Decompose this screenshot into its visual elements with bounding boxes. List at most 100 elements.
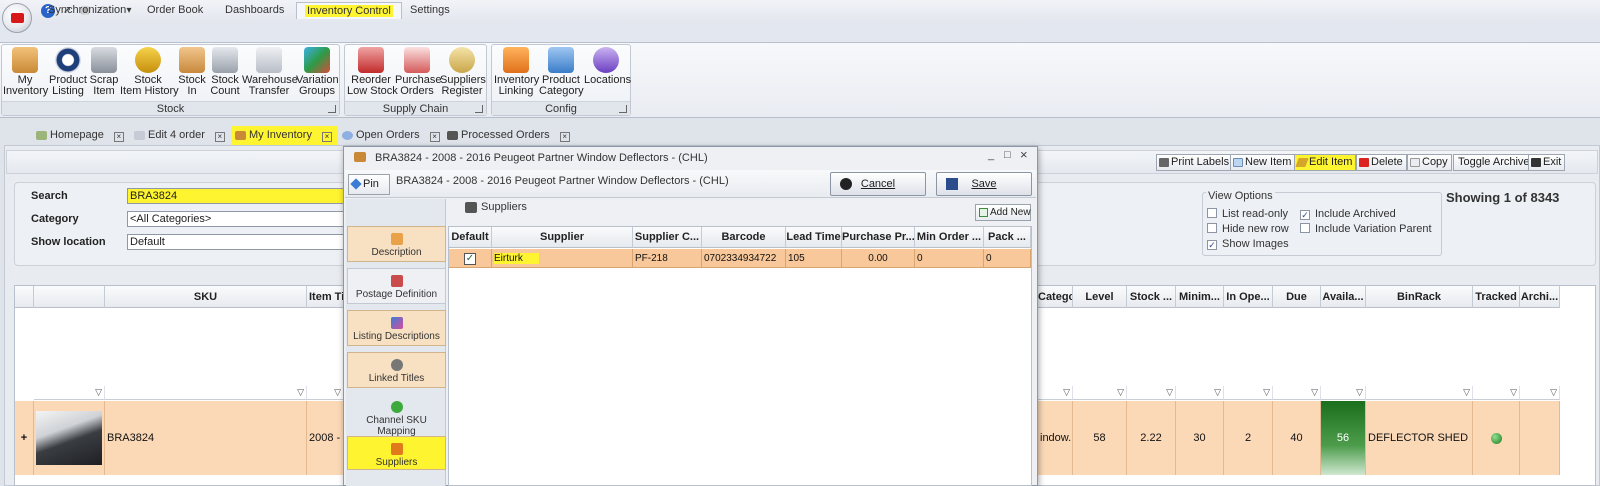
close-tab-icon[interactable]: × [113,132,124,142]
category-select[interactable]: <All Categories> [127,211,347,227]
category-cell[interactable]: indow... [1038,401,1073,475]
filter-icon[interactable] [1366,386,1473,400]
filter-icon[interactable] [1127,386,1176,400]
scrap-item-button[interactable]: Scrap Item [89,47,119,97]
variation-groups-button[interactable]: Variation Groups [296,47,339,97]
nav-suppliers[interactable]: Suppliers [347,436,446,470]
doc-tab-my-inventory[interactable]: My Inventory × [231,126,338,145]
grid-header-level[interactable]: Level [1073,286,1127,308]
filter-icon[interactable] [1073,386,1127,400]
supplier-lead-time-cell[interactable]: 105 [786,249,842,268]
checkbox-checked-icon[interactable]: ✓ [464,253,476,265]
new-item-button[interactable]: New Item [1230,154,1296,171]
tab-order-book[interactable]: Order Book [139,2,211,19]
dialog-launcher-icon[interactable] [619,105,627,113]
nav-channel-sku-mapping[interactable]: Channel SKU Mapping [347,394,446,437]
doc-tab-edit-order[interactable]: Edit 4 order × [130,126,231,145]
tab-dashboards[interactable]: Dashboards [217,2,292,19]
grid-header-minimum[interactable]: Minim... [1176,286,1224,308]
binrack-cell[interactable]: DEFLECTOR SHED [1366,401,1473,475]
supplier-header-lead-time[interactable]: Lead Time [786,227,842,248]
filter-icon[interactable] [1038,386,1073,400]
close-tab-icon[interactable]: × [321,132,332,142]
supplier-purchase-price-cell[interactable]: 0.00 [842,249,915,268]
supplier-header-default[interactable]: Default [449,227,492,248]
stock-in-button[interactable]: Stock In [177,47,207,97]
supplier-header-purchase-price[interactable]: Purchase Pr... [842,227,915,248]
reorder-low-stock-button[interactable]: Reorder Low Stock [347,47,398,97]
doc-tab-homepage[interactable]: Homepage × [32,126,130,145]
maximize-icon[interactable]: □ [1004,149,1011,161]
supplier-min-order-cell[interactable]: 0 [915,249,984,268]
product-category-button[interactable]: Product Category [539,47,584,97]
close-tab-icon[interactable]: × [214,132,225,142]
list-read-only-checkbox[interactable]: List read-only [1207,208,1288,220]
grid-header-available[interactable]: Availa... [1321,286,1366,308]
add-new-supplier-button[interactable]: Add New [975,204,1031,221]
minimize-icon[interactable]: _ [988,149,994,161]
exit-button[interactable]: Exit [1528,154,1566,171]
nav-listing-descriptions[interactable]: Listing Descriptions [347,310,446,346]
search-input[interactable]: BRA3824 [127,188,347,204]
grid-header-archived[interactable]: Archi... [1520,286,1560,308]
delete-button[interactable]: Delete [1356,154,1407,171]
nav-linked-titles[interactable]: Linked Titles [347,352,446,388]
grid-header-sku[interactable]: SKU [105,286,307,308]
archived-cell[interactable] [1520,401,1560,475]
suppliers-register-button[interactable]: Suppliers Register [440,47,486,97]
stock-count-button[interactable]: Stock Count [208,47,242,97]
grid-header-binrack[interactable]: BinRack [1366,286,1473,308]
minimum-cell[interactable]: 30 [1176,401,1224,475]
filter-icon[interactable] [1520,386,1560,400]
grid-header-category[interactable]: Category [1038,286,1073,308]
nav-postage-definition[interactable]: Postage Definition [347,268,446,304]
dialog-launcher-icon[interactable] [475,105,483,113]
location-select[interactable]: Default [127,234,347,250]
tracked-cell[interactable] [1473,401,1520,475]
doc-tab-open-orders[interactable]: Open Orders × [338,126,446,145]
filter-icon[interactable] [1224,386,1273,400]
tab-settings[interactable]: Settings [402,2,458,19]
tab-synchronization[interactable]: Synchronization [40,2,134,19]
dialog-launcher-icon[interactable] [328,105,336,113]
toggle-archive-button[interactable]: Toggle Archive [1453,154,1534,171]
grid-header-tracked[interactable]: Tracked [1473,286,1520,308]
include-variation-parent-checkbox[interactable]: Include Variation Parent [1300,223,1432,235]
filter-icon[interactable] [1473,386,1520,400]
row-expand-button[interactable]: + [15,401,34,475]
in-open-cell[interactable]: 2 [1224,401,1273,475]
grid-header-due[interactable]: Due [1273,286,1321,308]
supplier-barcode-cell[interactable]: 0702334934722 [702,249,786,268]
stock-item-history-button[interactable]: Stock Item History [120,47,179,97]
pin-button[interactable]: Pin [348,174,390,195]
filter-icon[interactable] [105,386,307,400]
filter-icon[interactable] [1176,386,1224,400]
filter-icon[interactable] [307,386,344,400]
close-tab-icon[interactable]: × [429,132,440,142]
print-labels-button[interactable]: Print Labels [1156,154,1234,171]
supplier-header-pack[interactable]: Pack ... [984,227,1031,248]
show-images-checkbox[interactable]: ✓ Show Images [1207,238,1289,250]
supplier-header-supplier[interactable]: Supplier [492,227,633,248]
available-cell[interactable]: 56 [1321,401,1366,475]
supplier-default-cell[interactable]: ✓ [449,249,492,268]
inventory-linking-button[interactable]: Inventory Linking [494,47,539,97]
close-tab-icon[interactable]: × [559,132,570,142]
grid-header-stock-value[interactable]: Stock ... [1127,286,1176,308]
supplier-header-barcode[interactable]: Barcode [702,227,786,248]
copy-button[interactable]: Copy [1407,154,1452,171]
my-inventory-button[interactable]: My Inventory [3,47,48,97]
nav-description[interactable]: Description [347,226,446,262]
supplier-header-min-order[interactable]: Min Order ... [915,227,984,248]
locations-button[interactable]: Locations [584,47,631,86]
sku-cell[interactable]: BRA3824 [105,401,307,475]
hide-new-row-checkbox[interactable]: Hide new row [1207,223,1289,235]
warehouse-transfer-button[interactable]: Warehouse Transfer [242,47,298,97]
filter-icon[interactable] [1273,386,1321,400]
grid-header-in-open[interactable]: In Ope... [1224,286,1273,308]
tab-inventory-control[interactable]: Inventory Control [296,2,402,19]
filter-icon[interactable] [1321,386,1366,400]
level-cell[interactable]: 58 [1073,401,1127,475]
stock-value-cell[interactable]: 2.22 [1127,401,1176,475]
supplier-header-code[interactable]: Supplier C... [633,227,702,248]
